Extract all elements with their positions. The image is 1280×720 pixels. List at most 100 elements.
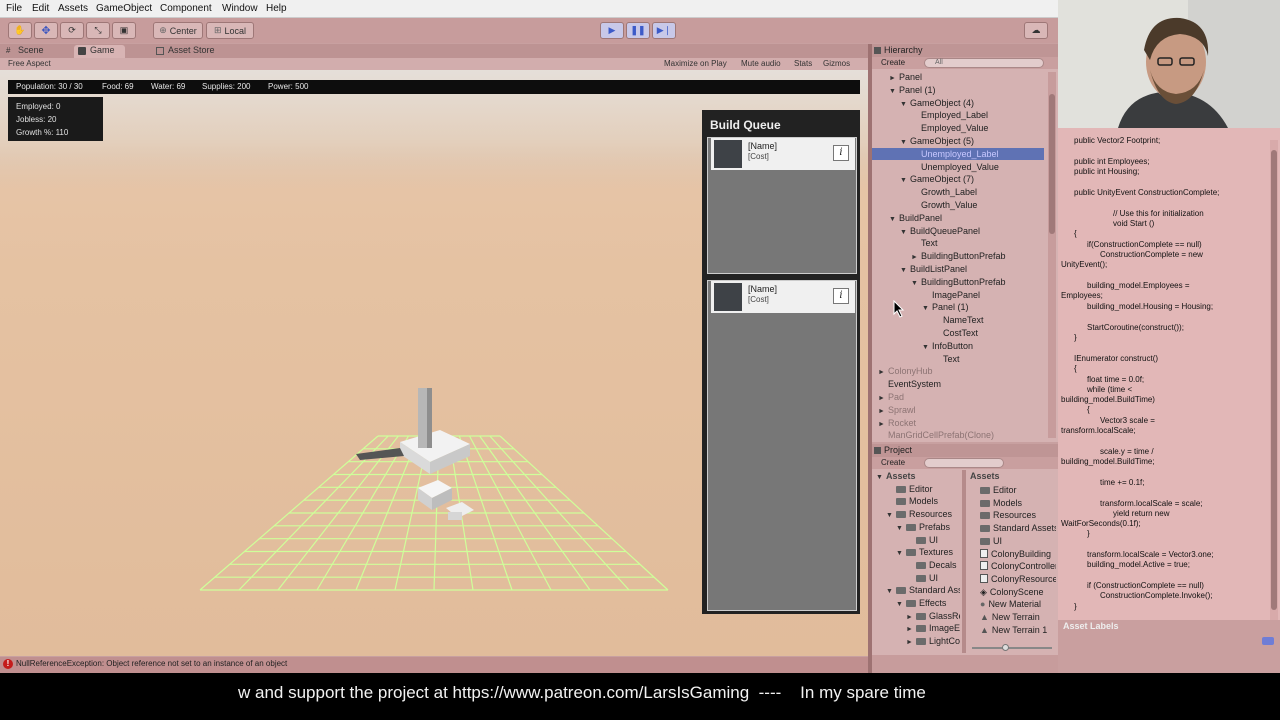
pivot-center-button[interactable]: ⊕ Center <box>153 22 203 39</box>
assets-breadcrumb[interactable]: Assets <box>970 470 1000 482</box>
hierarchy-row[interactable]: ► BuildingButtonPrefab <box>872 250 1044 262</box>
hierarchy-row[interactable]: ► Pad <box>872 391 1044 403</box>
hierarchy-row[interactable]: ▼ GameObject (4) <box>872 97 1044 109</box>
hierarchy-row[interactable]: Unemployed_Value <box>872 161 1044 173</box>
queued-building-button[interactable]: [Name] [Cost] i <box>711 138 855 170</box>
tab-scene[interactable]: # Scene <box>2 45 54 58</box>
info-button[interactable]: i <box>833 145 849 161</box>
expand-arrow-icon[interactable]: ▼ <box>886 510 896 522</box>
hierarchy-row[interactable]: Unemployed_Label <box>872 147 1044 160</box>
hierarchy-row[interactable]: ImagePanel <box>872 289 1044 301</box>
project-folder-row[interactable]: Decals <box>906 559 957 571</box>
hierarchy-row[interactable]: Text <box>872 353 1044 365</box>
tag-icon[interactable] <box>1262 637 1274 645</box>
move-tool-button[interactable]: ✥ <box>34 22 58 39</box>
hand-tool-button[interactable]: ✋ <box>8 22 32 39</box>
expand-arrow-icon[interactable]: ▼ <box>896 599 906 611</box>
project-tab[interactable]: Project <box>872 444 1058 457</box>
project-folder-row[interactable]: ► LightCookies <box>906 635 960 647</box>
hierarchy-row[interactable]: ▼ GameObject (7) <box>872 173 1044 185</box>
project-asset-item[interactable]: ◈ ColonyScene <box>980 586 1043 598</box>
project-folder-row[interactable]: ▼ Resources <box>886 508 952 520</box>
mute-audio-toggle[interactable]: Mute audio <box>741 59 781 68</box>
hierarchy-row[interactable]: Growth_Label <box>872 186 1044 198</box>
project-asset-item[interactable]: ▲ New Terrain 1 <box>980 624 1047 636</box>
menu-gameobject[interactable]: GameObject <box>96 3 152 14</box>
project-folder-row[interactable]: Models <box>886 495 938 507</box>
project-asset-item[interactable]: Standard Assets <box>980 522 1056 534</box>
expand-arrow-icon[interactable]: ▼ <box>896 523 906 535</box>
hierarchy-row[interactable]: ► Panel <box>872 71 1044 83</box>
hierarchy-row[interactable]: ▼ Panel (1) <box>872 84 1044 96</box>
code-scroll-thumb[interactable] <box>1271 150 1277 610</box>
project-asset-item[interactable]: UI <box>980 535 1002 547</box>
icon-size-slider[interactable] <box>972 644 1052 651</box>
hierarchy-tab[interactable]: Hierarchy <box>872 44 1058 57</box>
hierarchy-row[interactable]: ▼ InfoButton <box>872 340 1044 352</box>
menu-assets[interactable]: Assets <box>58 3 88 14</box>
project-asset-item[interactable]: ColonyResources <box>980 573 1056 585</box>
project-asset-item[interactable]: Editor <box>980 484 1017 496</box>
project-folder-row[interactable]: ►ImageEffects <box>906 622 960 634</box>
expand-arrow-icon[interactable]: ▼ <box>886 586 896 598</box>
aspect-dropdown[interactable]: Free Aspect <box>8 59 51 68</box>
project-search-input[interactable] <box>924 458 1004 468</box>
menu-component[interactable]: Component <box>160 3 212 14</box>
project-folder-row[interactable]: Editor <box>886 483 933 495</box>
project-asset-item[interactable]: Resources <box>980 509 1036 521</box>
hierarchy-row[interactable]: ▼ GameObject (5) <box>872 135 1044 147</box>
hierarchy-create-dropdown[interactable]: Create <box>881 58 905 67</box>
hierarchy-row[interactable]: ► ColonyHub <box>872 365 1044 377</box>
project-folder-row[interactable]: UI <box>906 534 938 546</box>
expand-arrow-icon[interactable]: ► <box>906 637 916 649</box>
hierarchy-row[interactable]: Growth_Value <box>872 199 1044 211</box>
hierarchy-row[interactable]: ▼ BuildingButtonPrefab <box>872 276 1044 288</box>
cloud-button[interactable]: ☁ <box>1024 22 1048 39</box>
hierarchy-scroll-thumb[interactable] <box>1049 94 1055 234</box>
project-folder-row[interactable]: ►GlassRefraction <box>906 610 960 622</box>
hierarchy-row[interactable]: Employed_Label <box>872 109 1044 121</box>
play-button[interactable]: ▶ <box>600 22 624 39</box>
hierarchy-row[interactable]: Text <box>872 237 1044 249</box>
project-folder-row[interactable]: ▼ Effects <box>896 597 946 609</box>
project-folder-row[interactable]: ▼ Prefabs <box>896 521 950 533</box>
menu-file[interactable]: File <box>6 3 22 14</box>
expand-arrow-icon[interactable]: ▼ <box>896 548 906 560</box>
hierarchy-row[interactable]: ► Rocket <box>872 417 1044 429</box>
project-folder-row[interactable]: ▼ Assets <box>876 470 916 482</box>
info-button[interactable]: i <box>833 288 849 304</box>
hierarchy-row[interactable]: EventSystem <box>872 378 1044 390</box>
expand-arrow-icon[interactable]: ▼ <box>876 472 886 484</box>
tab-asset-store[interactable]: Asset Store <box>152 45 225 58</box>
hierarchy-row[interactable]: Employed_Value <box>872 122 1044 134</box>
project-create-dropdown[interactable]: Create <box>881 458 905 467</box>
menu-window[interactable]: Window <box>222 3 258 14</box>
project-asset-item[interactable]: ColonyBuilding <box>980 548 1051 560</box>
stats-toggle[interactable]: Stats <box>794 59 812 68</box>
project-asset-item[interactable]: ColonyController <box>980 560 1056 572</box>
gizmos-dropdown[interactable]: Gizmos <box>823 59 850 68</box>
hierarchy-row[interactable]: ▼ BuildQueuePanel <box>872 225 1044 237</box>
building-button[interactable]: [Name] [Cost] i <box>711 281 855 313</box>
hierarchy-row[interactable]: ► Sprawl <box>872 404 1044 416</box>
pause-button[interactable]: ❚❚ <box>626 22 650 39</box>
project-asset-item[interactable]: ● New Material <box>980 598 1041 610</box>
hierarchy-row[interactable]: CostText <box>872 327 1044 339</box>
menu-help[interactable]: Help <box>266 3 287 14</box>
rotate-tool-button[interactable]: ⟳ <box>60 22 84 39</box>
game-viewport[interactable]: Population: 30 / 30 Food: 69 Water: 69 S… <box>0 70 868 656</box>
maximize-on-play-toggle[interactable]: Maximize on Play <box>664 59 727 68</box>
project-asset-item[interactable]: Models <box>980 497 1022 509</box>
hierarchy-row[interactable]: ManGridCellPrefab(Clone) <box>872 429 1044 441</box>
pivot-local-button[interactable]: ⊞ Local <box>206 22 254 39</box>
project-asset-item[interactable]: ▲ New Terrain <box>980 611 1040 623</box>
project-folder-row[interactable]: UI <box>906 572 938 584</box>
code-scrollbar[interactable] <box>1270 140 1278 620</box>
menu-edit[interactable]: Edit <box>32 3 49 14</box>
step-button[interactable]: ▶❘ <box>652 22 676 39</box>
hierarchy-row[interactable]: ▼ BuildPanel <box>872 212 1044 224</box>
console-status-bar[interactable]: ! NullReferenceException: Object referen… <box>0 657 868 673</box>
hierarchy-row[interactable]: ▼ BuildListPanel <box>872 263 1044 275</box>
scale-tool-button[interactable]: ⤡ <box>86 22 110 39</box>
tab-game[interactable]: Game <box>74 45 125 58</box>
